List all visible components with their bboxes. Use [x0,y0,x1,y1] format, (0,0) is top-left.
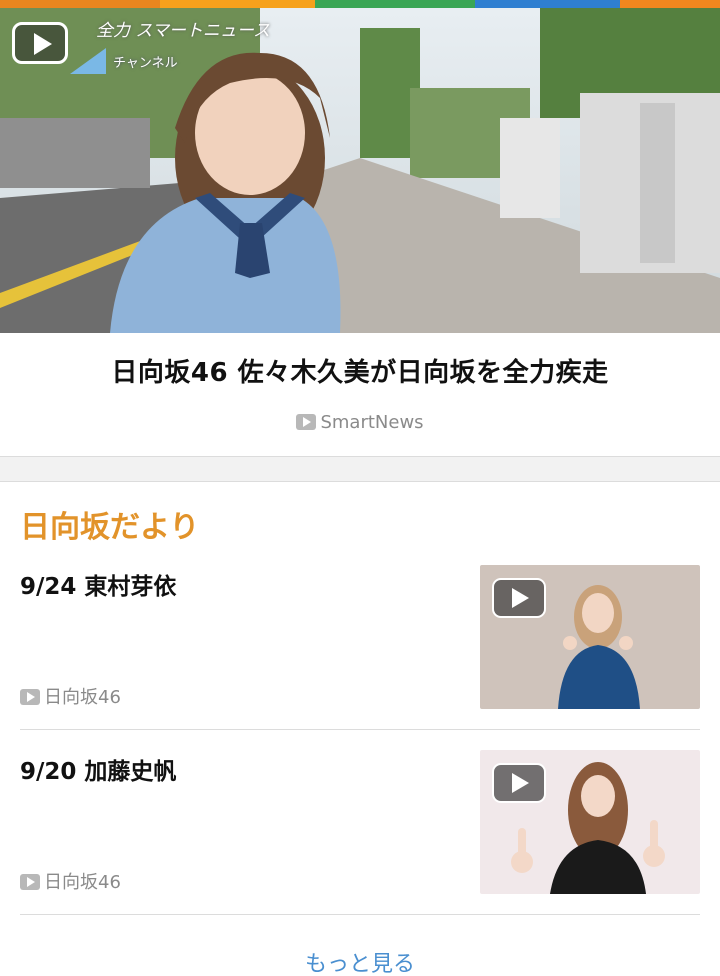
topbar-segment [315,0,475,8]
section-title: 日向坂だより [20,510,200,545]
play-icon [492,763,546,803]
hero-channel-label: チャンネル [113,56,178,71]
video-source-icon [20,874,40,890]
hero-headline[interactable]: 日向坂46 佐々木久美が日向坂を全力疾走 [0,352,720,389]
see-more-link[interactable]: もっと見る [0,946,720,976]
topbar-segment [0,0,160,8]
item-divider [20,729,700,730]
topbar-segment [160,0,315,8]
play-icon [492,578,546,618]
play-icon [12,22,68,64]
news-item-thumbnail [480,565,700,709]
news-item-title: 9/20 加藤史帆 [20,759,177,785]
hero-caption: 全力 スマートニュース [96,21,271,41]
news-item-source-label: 日向坂46 [44,872,121,893]
topbar-segment [475,0,620,8]
news-item-thumbnail [480,750,700,894]
video-source-icon [20,689,40,705]
video-source-icon [296,414,317,430]
channel-logo-icon [70,48,106,74]
hero-source: SmartNews [0,412,720,433]
news-item-source-label: 日向坂46 [44,687,121,708]
top-color-bar [0,0,720,8]
hero-scene-image [0,8,720,333]
topbar-segment [620,0,720,8]
news-item-source: 日向坂46 [20,683,121,709]
hero-video-thumbnail[interactable]: 全力 スマートニュース チャンネル [0,8,720,333]
news-item[interactable]: 9/24 東村芽依 日向坂46 [20,565,700,730]
news-item-source: 日向坂46 [20,868,121,894]
section-separator [0,456,720,482]
hero-source-label: SmartNews [320,412,424,433]
item-divider [20,914,700,915]
news-item-title: 9/24 東村芽依 [20,574,177,600]
news-item[interactable]: 9/20 加藤史帆 日向坂46 [20,750,700,915]
